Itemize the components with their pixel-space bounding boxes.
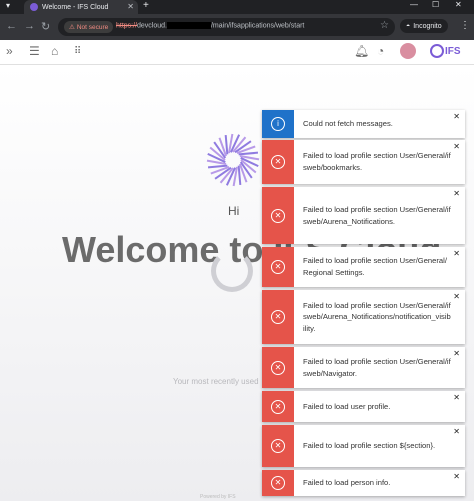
toast-error: ✕ Failed to load profile section User/Gen… xyxy=(262,140,465,184)
tab-search-icon[interactable]: ▾ xyxy=(6,1,10,10)
browser-toolbar: ← → ↻ ⚠ Not secure https://devcloud. /mai… xyxy=(0,14,474,40)
burst-ray xyxy=(224,134,229,155)
error-icon: ✕ xyxy=(271,476,285,490)
error-icon: ✕ xyxy=(271,260,285,274)
ifs-logo-text: IFS xyxy=(445,45,461,57)
url-protocol: https:// xyxy=(116,22,138,30)
ifs-favicon-icon xyxy=(30,3,38,11)
incognito-badge[interactable]: ◓ Incognito xyxy=(400,19,448,33)
toast-error: ✕ Failed to load user profile. ✕ xyxy=(262,391,465,422)
maximize-icon[interactable]: ☐ xyxy=(432,0,439,9)
burst-ray xyxy=(207,164,228,169)
browser-tab-strip: ▾ Welcome - IFS Cloud ✕ + — ☐ ✕ xyxy=(0,0,474,14)
not-secure-badge[interactable]: ⚠ Not secure xyxy=(64,21,114,33)
toast-type-bar: i xyxy=(262,110,294,138)
back-icon[interactable]: ← xyxy=(6,20,17,32)
toast-message: Failed to load profile section ${section… xyxy=(303,441,436,451)
info-icon: i xyxy=(271,117,285,131)
bookmark-star-icon[interactable]: ☆ xyxy=(380,20,389,31)
toast-error: ✕ Failed to load profile section User/Gen… xyxy=(262,290,465,344)
toast-close-icon[interactable]: ✕ xyxy=(453,112,460,121)
burst-ray xyxy=(237,165,242,186)
toast-close-icon[interactable]: ✕ xyxy=(453,427,460,436)
toast-type-bar: ✕ xyxy=(262,140,294,184)
toast-type-bar: ✕ xyxy=(262,470,294,496)
toast-message: Could not fetch messages. xyxy=(303,119,393,129)
toast-message: Failed to load profile section User/Gene… xyxy=(303,151,451,172)
footer-text: Powered by IFS xyxy=(200,494,236,500)
browser-tab[interactable]: Welcome - IFS Cloud ✕ xyxy=(24,0,138,14)
incognito-icon: ◓ xyxy=(406,22,411,30)
browser-menu-icon[interactable]: ⋮ xyxy=(460,20,470,31)
close-tab-icon[interactable]: ✕ xyxy=(127,2,134,11)
new-tab-icon[interactable]: + xyxy=(143,0,149,11)
not-secure-label: Not secure xyxy=(76,23,109,31)
close-window-icon[interactable]: ✕ xyxy=(455,0,462,9)
toast-message: Failed to load user profile. xyxy=(303,401,391,411)
apps-grid-icon[interactable]: ⠿ xyxy=(74,46,81,57)
toast-error: ✕ Failed to load profile section User/Gen… xyxy=(262,347,465,388)
error-icon: ✕ xyxy=(271,208,285,223)
tab-title: Welcome - IFS Cloud xyxy=(42,3,109,11)
burst-ray xyxy=(238,151,259,156)
url-host: devcloud. xyxy=(137,22,167,30)
toast-error: ✕ Failed to load profile section User/Gen… xyxy=(262,187,465,244)
toast-type-bar: ✕ xyxy=(262,391,294,422)
toast-error: ✕ Failed to load person info. ✕ xyxy=(262,470,465,496)
forward-icon[interactable]: → xyxy=(24,20,35,32)
incognito-label: Incognito xyxy=(413,22,442,30)
redacted-domain xyxy=(166,22,211,29)
toast-type-bar: ✕ xyxy=(262,187,294,244)
toast-error: ✕ Failed to load profile section ${sectio… xyxy=(262,425,465,467)
error-icon: ✕ xyxy=(271,310,285,324)
ifs-burst-logo-icon xyxy=(206,133,260,187)
toast-type-bar: ✕ xyxy=(262,347,294,388)
ifs-logo-mark-icon xyxy=(430,44,444,58)
toast-message: Failed to load profile section User/Gene… xyxy=(303,300,451,333)
notification-bell-icon[interactable]: 🔔︎ xyxy=(354,44,369,58)
greeting: Hi xyxy=(228,204,240,218)
home-icon[interactable]: ⌂ xyxy=(51,44,58,58)
toast-message: Failed to load person info. xyxy=(303,478,391,488)
toast-type-bar: ✕ xyxy=(262,247,294,287)
error-icon: ✕ xyxy=(271,439,285,453)
reload-icon[interactable]: ↻ xyxy=(41,20,50,33)
toast-close-icon[interactable]: ✕ xyxy=(453,142,460,151)
toast-info: i Could not fetch messages. ✕ xyxy=(262,110,465,138)
toast-close-icon[interactable]: ✕ xyxy=(453,189,460,198)
warning-icon: ⚠ xyxy=(69,24,75,31)
toast-type-bar: ✕ xyxy=(262,425,294,467)
error-icon: ✕ xyxy=(271,360,285,375)
toast-close-icon[interactable]: ✕ xyxy=(453,292,460,301)
error-icon: ✕ xyxy=(271,399,285,414)
assistant-icon[interactable]: ◔ xyxy=(377,44,384,58)
toast-close-icon[interactable]: ✕ xyxy=(453,393,460,402)
toast-error: ✕ Failed to load profile section User/Gen… xyxy=(262,247,465,287)
ifs-logo[interactable]: IFS xyxy=(430,42,466,60)
toast-close-icon[interactable]: ✕ xyxy=(453,472,460,481)
toast-close-icon[interactable]: ✕ xyxy=(453,349,460,358)
toast-message: Failed to load profile section User/Gene… xyxy=(303,204,451,226)
app-header: » ☰ ⌂ ⠿ 🔔︎ ◔ IFS xyxy=(0,40,474,65)
toast-type-bar: ✕ xyxy=(262,290,294,344)
avatar[interactable] xyxy=(400,43,416,59)
recent-items-label: Your most recently used xyxy=(173,377,259,386)
address-bar[interactable]: ⚠ Not secure https://devcloud. /main/ifsa… xyxy=(58,18,395,36)
toast-message: Failed to load profile section User/Gene… xyxy=(303,256,447,277)
minimize-icon[interactable]: — xyxy=(410,0,418,9)
toast-close-icon[interactable]: ✕ xyxy=(453,249,460,258)
hamburger-menu-icon[interactable]: ☰ xyxy=(29,44,40,58)
url-text: https://devcloud. /main/ifsapplications/w… xyxy=(116,22,304,29)
url-path: /main/ifsapplications/web/start xyxy=(210,22,305,30)
expand-nav-icon[interactable]: » xyxy=(6,44,13,58)
error-icon: ✕ xyxy=(271,155,285,169)
toast-message: Failed to load profile section User/Gene… xyxy=(303,356,451,378)
loading-spinner-icon xyxy=(211,250,253,292)
